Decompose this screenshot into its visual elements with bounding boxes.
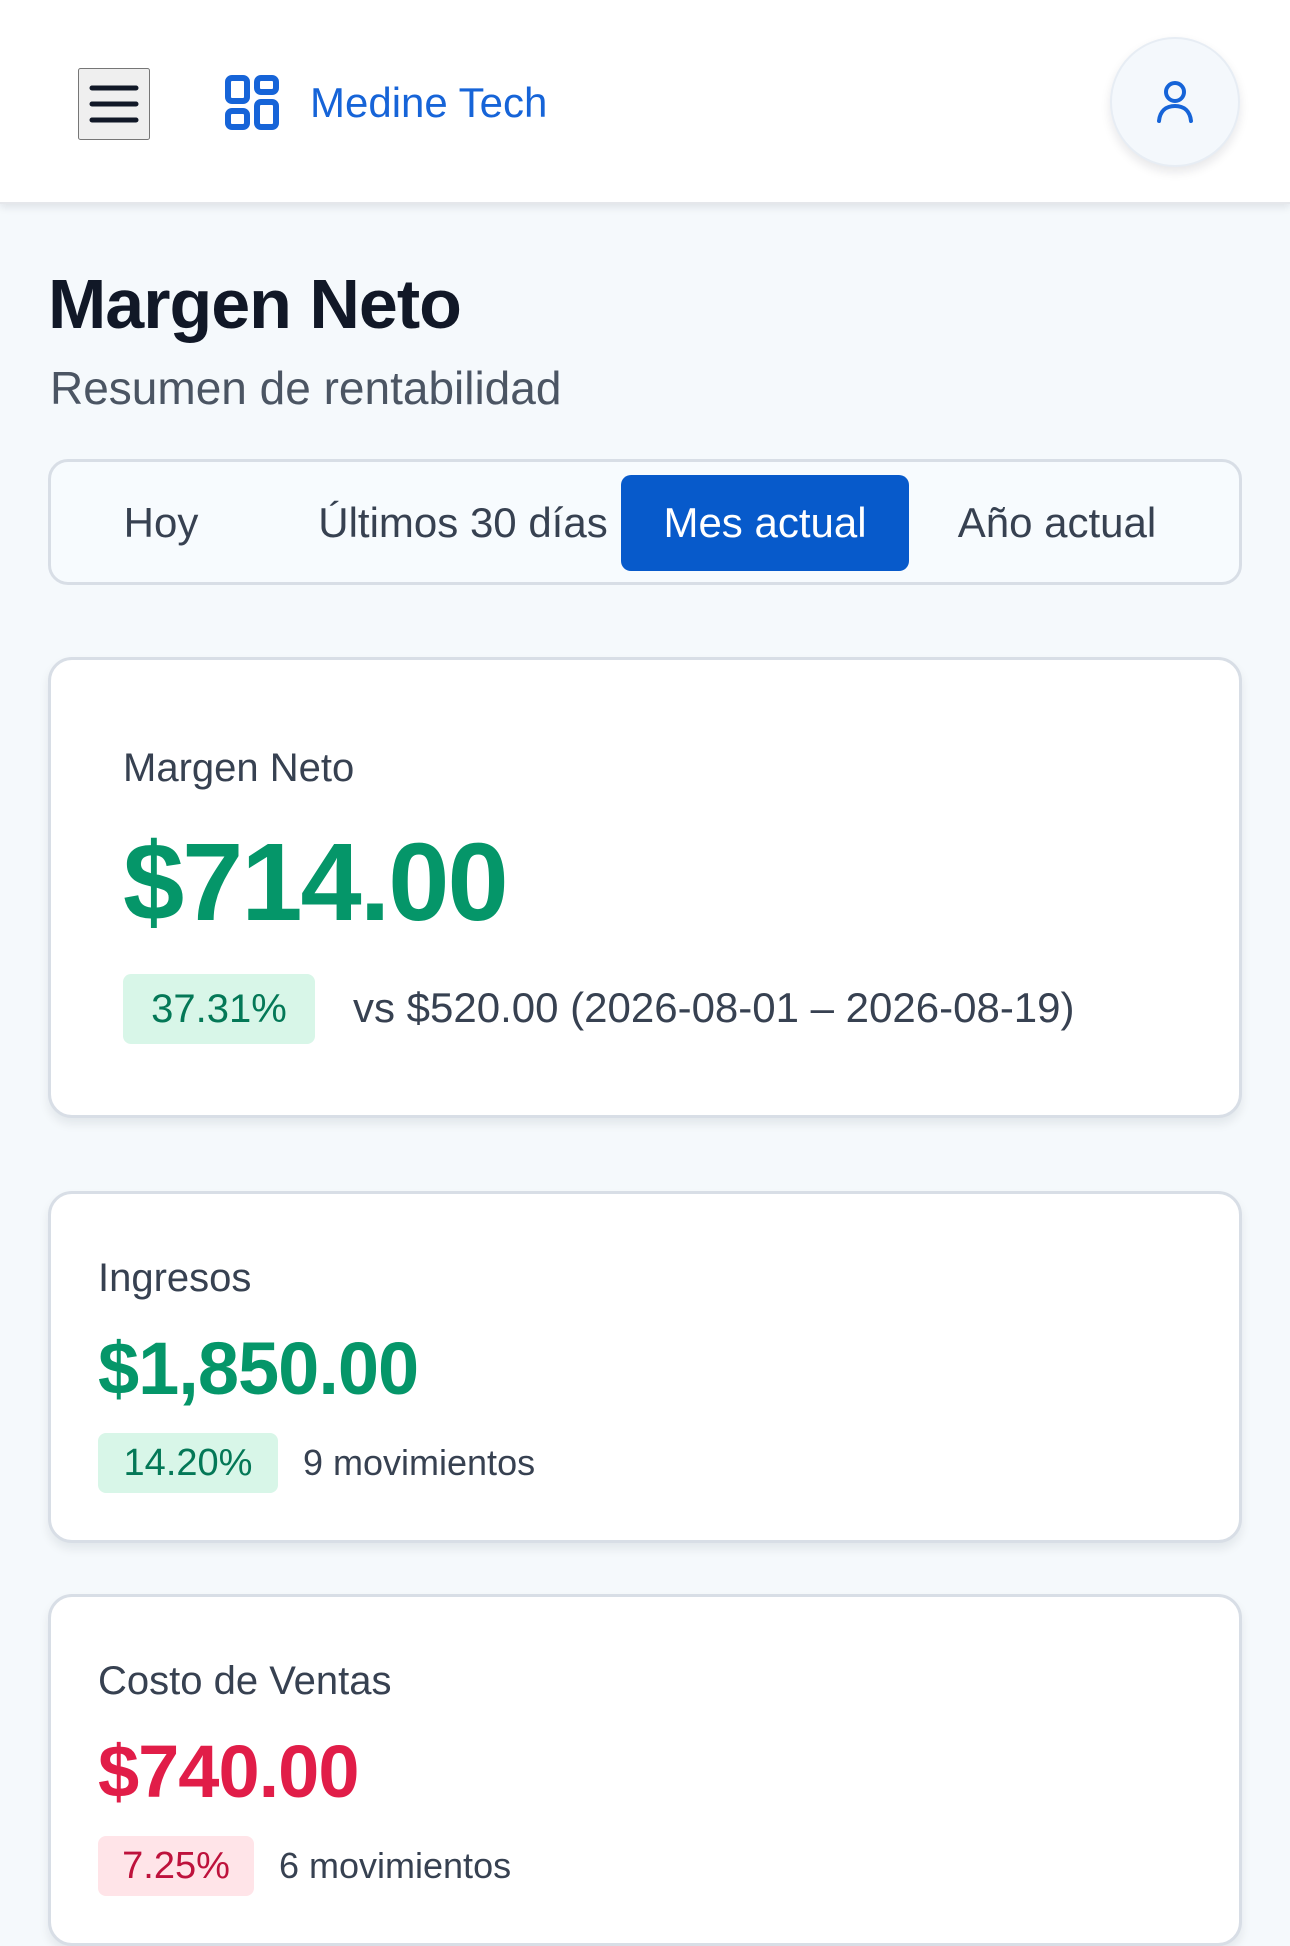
brand-name: Medine Tech (310, 79, 548, 126)
income-label: Ingresos (98, 1256, 252, 1300)
brand-link[interactable]: Medine Tech (224, 72, 547, 134)
dashboard-icon (224, 74, 282, 132)
user-icon (1157, 81, 1193, 123)
tab-last-30-days[interactable]: Últimos 30 días (263, 475, 663, 571)
period-tabs: Hoy Últimos 30 días Mes actual Año actua… (48, 459, 1242, 585)
cost-of-sales-card: Costo de Ventas $740.00 7.25% 6 movimien… (48, 1594, 1242, 1946)
cost-of-sales-label: Costo de Ventas (98, 1659, 392, 1703)
net-margin-label: Margen Neto (123, 746, 355, 790)
income-movements: 9 movimientos (303, 1442, 536, 1483)
net-margin-comparison: vs $520.00 (2026-08-01 – 2026-08-19) (353, 984, 1075, 1031)
net-margin-percentage-badge: 37.31% (123, 974, 315, 1044)
menu-icon (89, 85, 139, 123)
cost-of-sales-percentage-badge: 7.25% (98, 1836, 254, 1896)
net-margin-card: Margen Neto $714.00 37.31% vs $520.00 (2… (48, 657, 1242, 1118)
user-profile-button[interactable] (1110, 37, 1240, 167)
cost-of-sales-value: $740.00 (98, 1730, 359, 1813)
tab-current-month[interactable]: Mes actual (621, 475, 909, 571)
menu-button[interactable] (78, 68, 150, 140)
cost-of-sales-movements: 6 movimientos (279, 1845, 512, 1886)
page-title: Margen Neto (48, 265, 462, 343)
income-percentage-badge: 14.20% (98, 1433, 278, 1493)
page-subtitle: Resumen de rentabilidad (50, 362, 562, 414)
income-card: Ingresos $1,850.00 14.20% 9 movimientos (48, 1191, 1242, 1543)
tab-today[interactable]: Hoy (95, 475, 227, 571)
app-header: Medine Tech (0, 0, 1290, 204)
income-value: $1,850.00 (98, 1327, 419, 1410)
tab-current-year[interactable]: Año actual (937, 475, 1177, 571)
net-margin-value: $714.00 (123, 821, 509, 944)
